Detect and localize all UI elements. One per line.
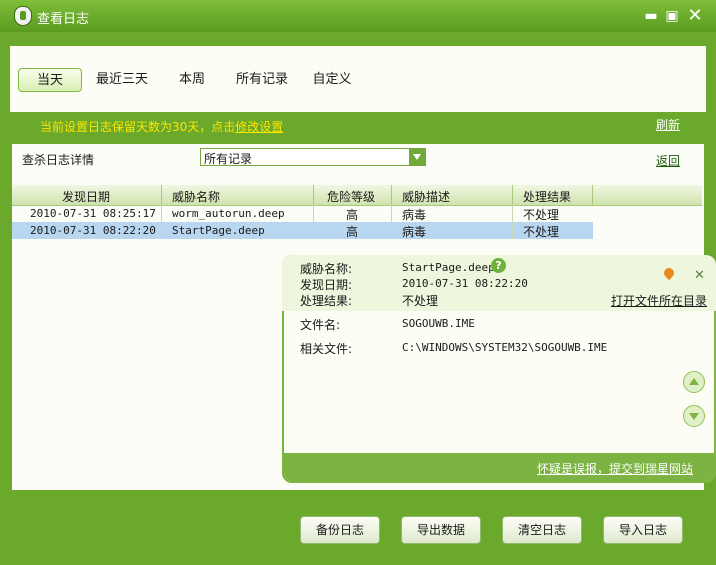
threat-name-value: StartPage.deep	[402, 261, 495, 274]
open-folder-link[interactable]: 打开文件所在目录	[611, 292, 707, 309]
restore-icon[interactable]: ▣	[664, 8, 680, 24]
column-header-description[interactable]: 威胁描述	[402, 188, 450, 205]
row-date: 2010-07-31 08:22:20	[30, 224, 156, 237]
row-level: 高	[346, 208, 359, 222]
column-divider	[512, 205, 513, 222]
scroll-up-icon[interactable]	[683, 371, 705, 393]
import-log-button[interactable]: 导入日志	[603, 516, 683, 544]
file-name-label: 文件名:	[300, 318, 341, 332]
row-description: 病毒	[402, 208, 427, 222]
backup-log-button[interactable]: 备份日志	[300, 516, 380, 544]
report-false-positive-link[interactable]: 怀疑是误报，提交到瑞星网站	[537, 460, 693, 477]
retention-notice: 当前设置日志保留天数为30天，点击修改设置	[40, 120, 284, 134]
help-icon[interactable]: ?	[491, 258, 506, 273]
row-result: 不处理	[523, 225, 560, 239]
found-date-value: 2010-07-31 08:22:20	[402, 277, 528, 290]
column-divider	[512, 222, 513, 239]
close-icon[interactable]: ✕	[687, 7, 703, 25]
scroll-down-icon[interactable]	[683, 405, 705, 427]
column-divider	[391, 222, 392, 239]
minimize-icon[interactable]: ▬	[643, 8, 659, 24]
column-divider	[313, 185, 314, 205]
window-title: 查看日志	[37, 12, 90, 27]
log-detail-label: 查杀日志详情	[22, 153, 95, 167]
tab-this-week[interactable]: 本周	[174, 68, 210, 92]
result-value: 不处理	[402, 294, 439, 308]
tab-today[interactable]: 当天	[18, 68, 82, 92]
clear-log-button[interactable]: 清空日志	[502, 516, 582, 544]
threat-name-label: 威胁名称:	[300, 262, 353, 276]
column-divider	[161, 185, 162, 205]
column-header-threat-name[interactable]: 威胁名称	[172, 188, 220, 205]
column-divider	[391, 205, 392, 222]
column-header-result[interactable]: 处理结果	[523, 188, 571, 205]
export-data-button[interactable]: 导出数据	[401, 516, 481, 544]
file-name-value: SOGOUWB.IME	[402, 317, 475, 330]
tab-custom[interactable]: 自定义	[310, 68, 354, 92]
column-header-date[interactable]: 发现日期	[62, 188, 110, 205]
column-divider	[161, 222, 162, 239]
row-threat-name: StartPage.deep	[172, 224, 265, 237]
column-divider	[313, 205, 314, 222]
related-file-label: 相关文件:	[300, 342, 353, 356]
column-divider	[391, 185, 392, 205]
result-label: 处理结果:	[300, 294, 353, 308]
column-header-level[interactable]: 危险等级	[327, 188, 375, 205]
column-divider	[161, 205, 162, 222]
title-bar	[0, 0, 716, 32]
modify-settings-link[interactable]: 修改设置	[235, 120, 283, 134]
related-file-value: C:\WINDOWS\SYSTEM32\SOGOUWB.IME	[402, 341, 608, 354]
tab-last-three-days[interactable]: 最近三天	[94, 68, 150, 92]
column-divider	[592, 185, 593, 205]
row-level: 高	[346, 225, 359, 239]
row-description: 病毒	[402, 225, 427, 239]
found-date-label: 发现日期:	[300, 278, 353, 292]
chevron-down-icon[interactable]	[409, 149, 425, 165]
record-filter-select[interactable]: 所有记录	[200, 148, 426, 166]
column-divider	[313, 222, 314, 239]
close-pane-icon[interactable]: ✕	[694, 268, 705, 283]
row-result: 不处理	[523, 208, 560, 222]
row-date: 2010-07-31 08:25:17	[30, 207, 156, 220]
back-link[interactable]: 返回	[656, 152, 680, 169]
tab-all-records[interactable]: 所有记录	[234, 68, 290, 92]
column-divider	[512, 185, 513, 205]
shield-icon	[14, 6, 32, 26]
row-threat-name: worm_autorun.deep	[172, 207, 285, 220]
refresh-link[interactable]: 刷新	[656, 116, 680, 133]
record-filter-value: 所有记录	[204, 152, 253, 166]
